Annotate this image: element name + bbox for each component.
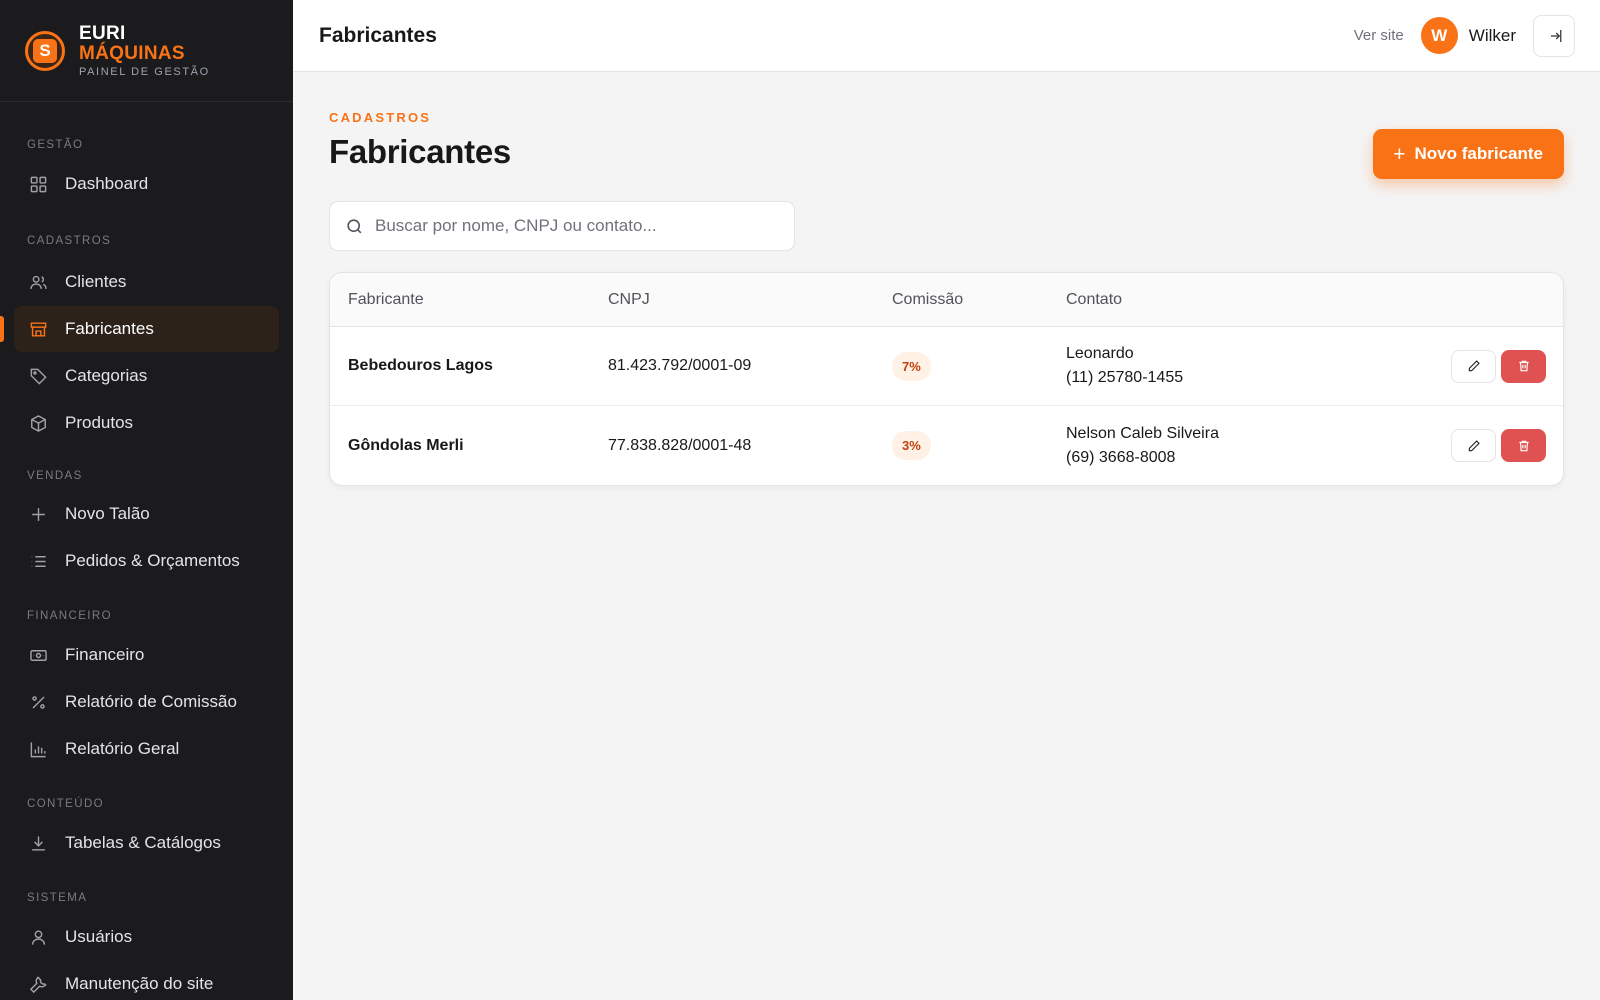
contact-phone: (69) 3668-8008	[1066, 448, 1176, 466]
search-box[interactable]	[329, 201, 795, 251]
plus-icon: +	[1393, 142, 1406, 166]
brand-logo-letter: S	[33, 38, 57, 63]
table-row: Gôndolas Merli 77.838.828/0001-48 3% Nel…	[330, 406, 1563, 485]
plus-icon	[28, 504, 48, 524]
sidebar-item-label: Clientes	[65, 272, 127, 291]
page-header: CADASTROS Fabricantes + Novo fabricante	[329, 110, 1564, 179]
nav-section-vendas: VENDAS	[27, 470, 83, 482]
brand-name-line2: MÁQUINAS	[79, 42, 185, 64]
pencil-icon	[1467, 359, 1481, 373]
avatar[interactable]: W	[1420, 17, 1458, 54]
brand-name-line1: EURI	[79, 22, 126, 44]
column-header-comissao: Comissão	[892, 290, 964, 308]
sidebar-item-relatorio-comissao[interactable]: Relatório de Comissão	[14, 679, 279, 725]
page-title: Fabricantes	[329, 133, 511, 170]
manufacturer-cnpj: 77.838.828/0001-48	[608, 436, 752, 454]
download-icon	[28, 833, 48, 853]
brand[interactable]: S EURI MÁQUINAS PAINEL DE GESTÃO	[0, 0, 293, 102]
column-header-cnpj: CNPJ	[608, 290, 650, 308]
column-header-contato: Contato	[1066, 290, 1123, 308]
sidebar: S EURI MÁQUINAS PAINEL DE GESTÃO GESTÃO …	[0, 0, 293, 1000]
nav-section-financeiro: FINANCEIRO	[27, 610, 112, 622]
sidebar-item-label: Categorias	[65, 366, 148, 385]
sidebar-item-label: Dashboard	[65, 174, 149, 193]
sidebar-item-pedidos[interactable]: Pedidos & Orçamentos	[14, 538, 279, 584]
contact-name: Leonardo	[1066, 345, 1134, 362]
sidebar-item-label: Fabricantes	[65, 319, 154, 338]
trash-icon	[1517, 359, 1531, 373]
store-icon	[28, 319, 48, 339]
list-icon	[28, 551, 48, 571]
sidebar-item-label: Relatório de Comissão	[65, 692, 237, 711]
sidebar-item-categorias[interactable]: Categorias	[14, 353, 279, 399]
edit-button[interactable]	[1451, 349, 1496, 383]
bar-chart-icon	[28, 739, 48, 759]
sidebar-item-label: Manutenção do site	[65, 974, 214, 993]
wrench-icon	[28, 974, 48, 994]
new-manufacturer-button[interactable]: + Novo fabricante	[1373, 129, 1564, 179]
sidebar-item-relatorio-geral[interactable]: Relatório Geral	[14, 726, 279, 772]
sidebar-item-label: Produtos	[65, 413, 134, 432]
contact-cell: Nelson Caleb Silveira (69) 3668-8008	[1066, 422, 1433, 470]
sidebar-item-produtos[interactable]: Produtos	[14, 400, 279, 446]
column-header-fabricante: Fabricante	[348, 290, 424, 308]
sidebar-item-fabricantes[interactable]: Fabricantes	[0, 306, 279, 352]
tag-icon	[28, 366, 48, 386]
header-title: Fabricantes	[319, 23, 437, 47]
sidebar-item-novo-talao[interactable]: Novo Talão	[14, 491, 279, 537]
delete-button[interactable]	[1501, 349, 1546, 383]
user-name: Wilker	[1468, 25, 1516, 45]
logout-icon	[1545, 27, 1563, 45]
sidebar-item-clientes[interactable]: Clientes	[14, 259, 279, 305]
edit-button[interactable]	[1451, 429, 1496, 462]
contact-cell: Leonardo (11) 25780-1455	[1066, 342, 1433, 390]
sidebar-item-label: Financeiro	[65, 645, 145, 664]
table-row: Bebedouros Lagos 81.423.792/0001-09 7% L…	[330, 327, 1563, 406]
manufacturers-table: Fabricante CNPJ Comissão Contato Bebedou…	[329, 272, 1564, 486]
logout-button[interactable]	[1533, 14, 1575, 57]
percent-icon	[28, 692, 48, 712]
nav-section-gestao: GESTÃO	[27, 139, 84, 151]
nav-section-conteudo: CONTEÚDO	[27, 798, 105, 810]
trash-icon	[1517, 439, 1531, 453]
pencil-icon	[1467, 439, 1481, 453]
sidebar-item-manutencao[interactable]: Manutenção do site	[14, 961, 279, 1000]
ver-site-link[interactable]: Ver site	[1354, 27, 1404, 44]
table-header: Fabricante CNPJ Comissão Contato	[330, 273, 1563, 327]
commission-badge: 3%	[892, 431, 931, 460]
sidebar-item-dashboard[interactable]: Dashboard	[14, 161, 279, 207]
user-icon	[28, 927, 48, 947]
main-content: CADASTROS Fabricantes + Novo fabricante …	[293, 72, 1600, 1000]
box-icon	[28, 413, 48, 433]
manufacturer-cnpj: 81.423.792/0001-09	[608, 357, 752, 374]
sidebar-item-financeiro[interactable]: Financeiro	[14, 632, 279, 678]
manufacturer-name: Gôndolas Merli	[348, 436, 464, 454]
sidebar-item-label: Pedidos & Orçamentos	[65, 551, 240, 570]
nav-section-cadastros: CADASTROS	[27, 235, 112, 247]
users-icon	[28, 272, 48, 292]
brand-text: EURI MÁQUINAS PAINEL DE GESTÃO	[79, 24, 210, 78]
search-input[interactable]	[375, 216, 775, 236]
sidebar-item-label: Novo Talão	[65, 504, 150, 523]
brand-subtitle: PAINEL DE GESTÃO	[79, 65, 210, 78]
page-eyebrow: CADASTROS	[329, 110, 432, 125]
search-icon	[345, 217, 364, 236]
sidebar-item-tabelas[interactable]: Tabelas & Catálogos	[14, 820, 279, 866]
sidebar-item-label: Usuários	[65, 927, 133, 946]
sidebar-item-label: Relatório Geral	[65, 739, 180, 758]
sidebar-item-label: Tabelas & Catálogos	[65, 833, 221, 852]
contact-name: Nelson Caleb Silveira	[1066, 424, 1219, 442]
new-manufacturer-label: Novo fabricante	[1414, 144, 1543, 163]
grid-icon	[28, 174, 48, 194]
manufacturer-name: Bebedouros Lagos	[348, 357, 493, 374]
contact-phone: (11) 25780-1455	[1066, 369, 1184, 386]
nav-section-sistema: SISTEMA	[27, 892, 88, 904]
commission-badge: 7%	[892, 351, 931, 381]
sidebar-item-usuarios[interactable]: Usuários	[14, 914, 279, 960]
brand-logo-icon: S	[25, 30, 65, 71]
banknote-icon	[28, 645, 48, 665]
top-bar: Fabricantes Ver site W Wilker	[293, 0, 1600, 72]
delete-button[interactable]	[1501, 429, 1546, 462]
